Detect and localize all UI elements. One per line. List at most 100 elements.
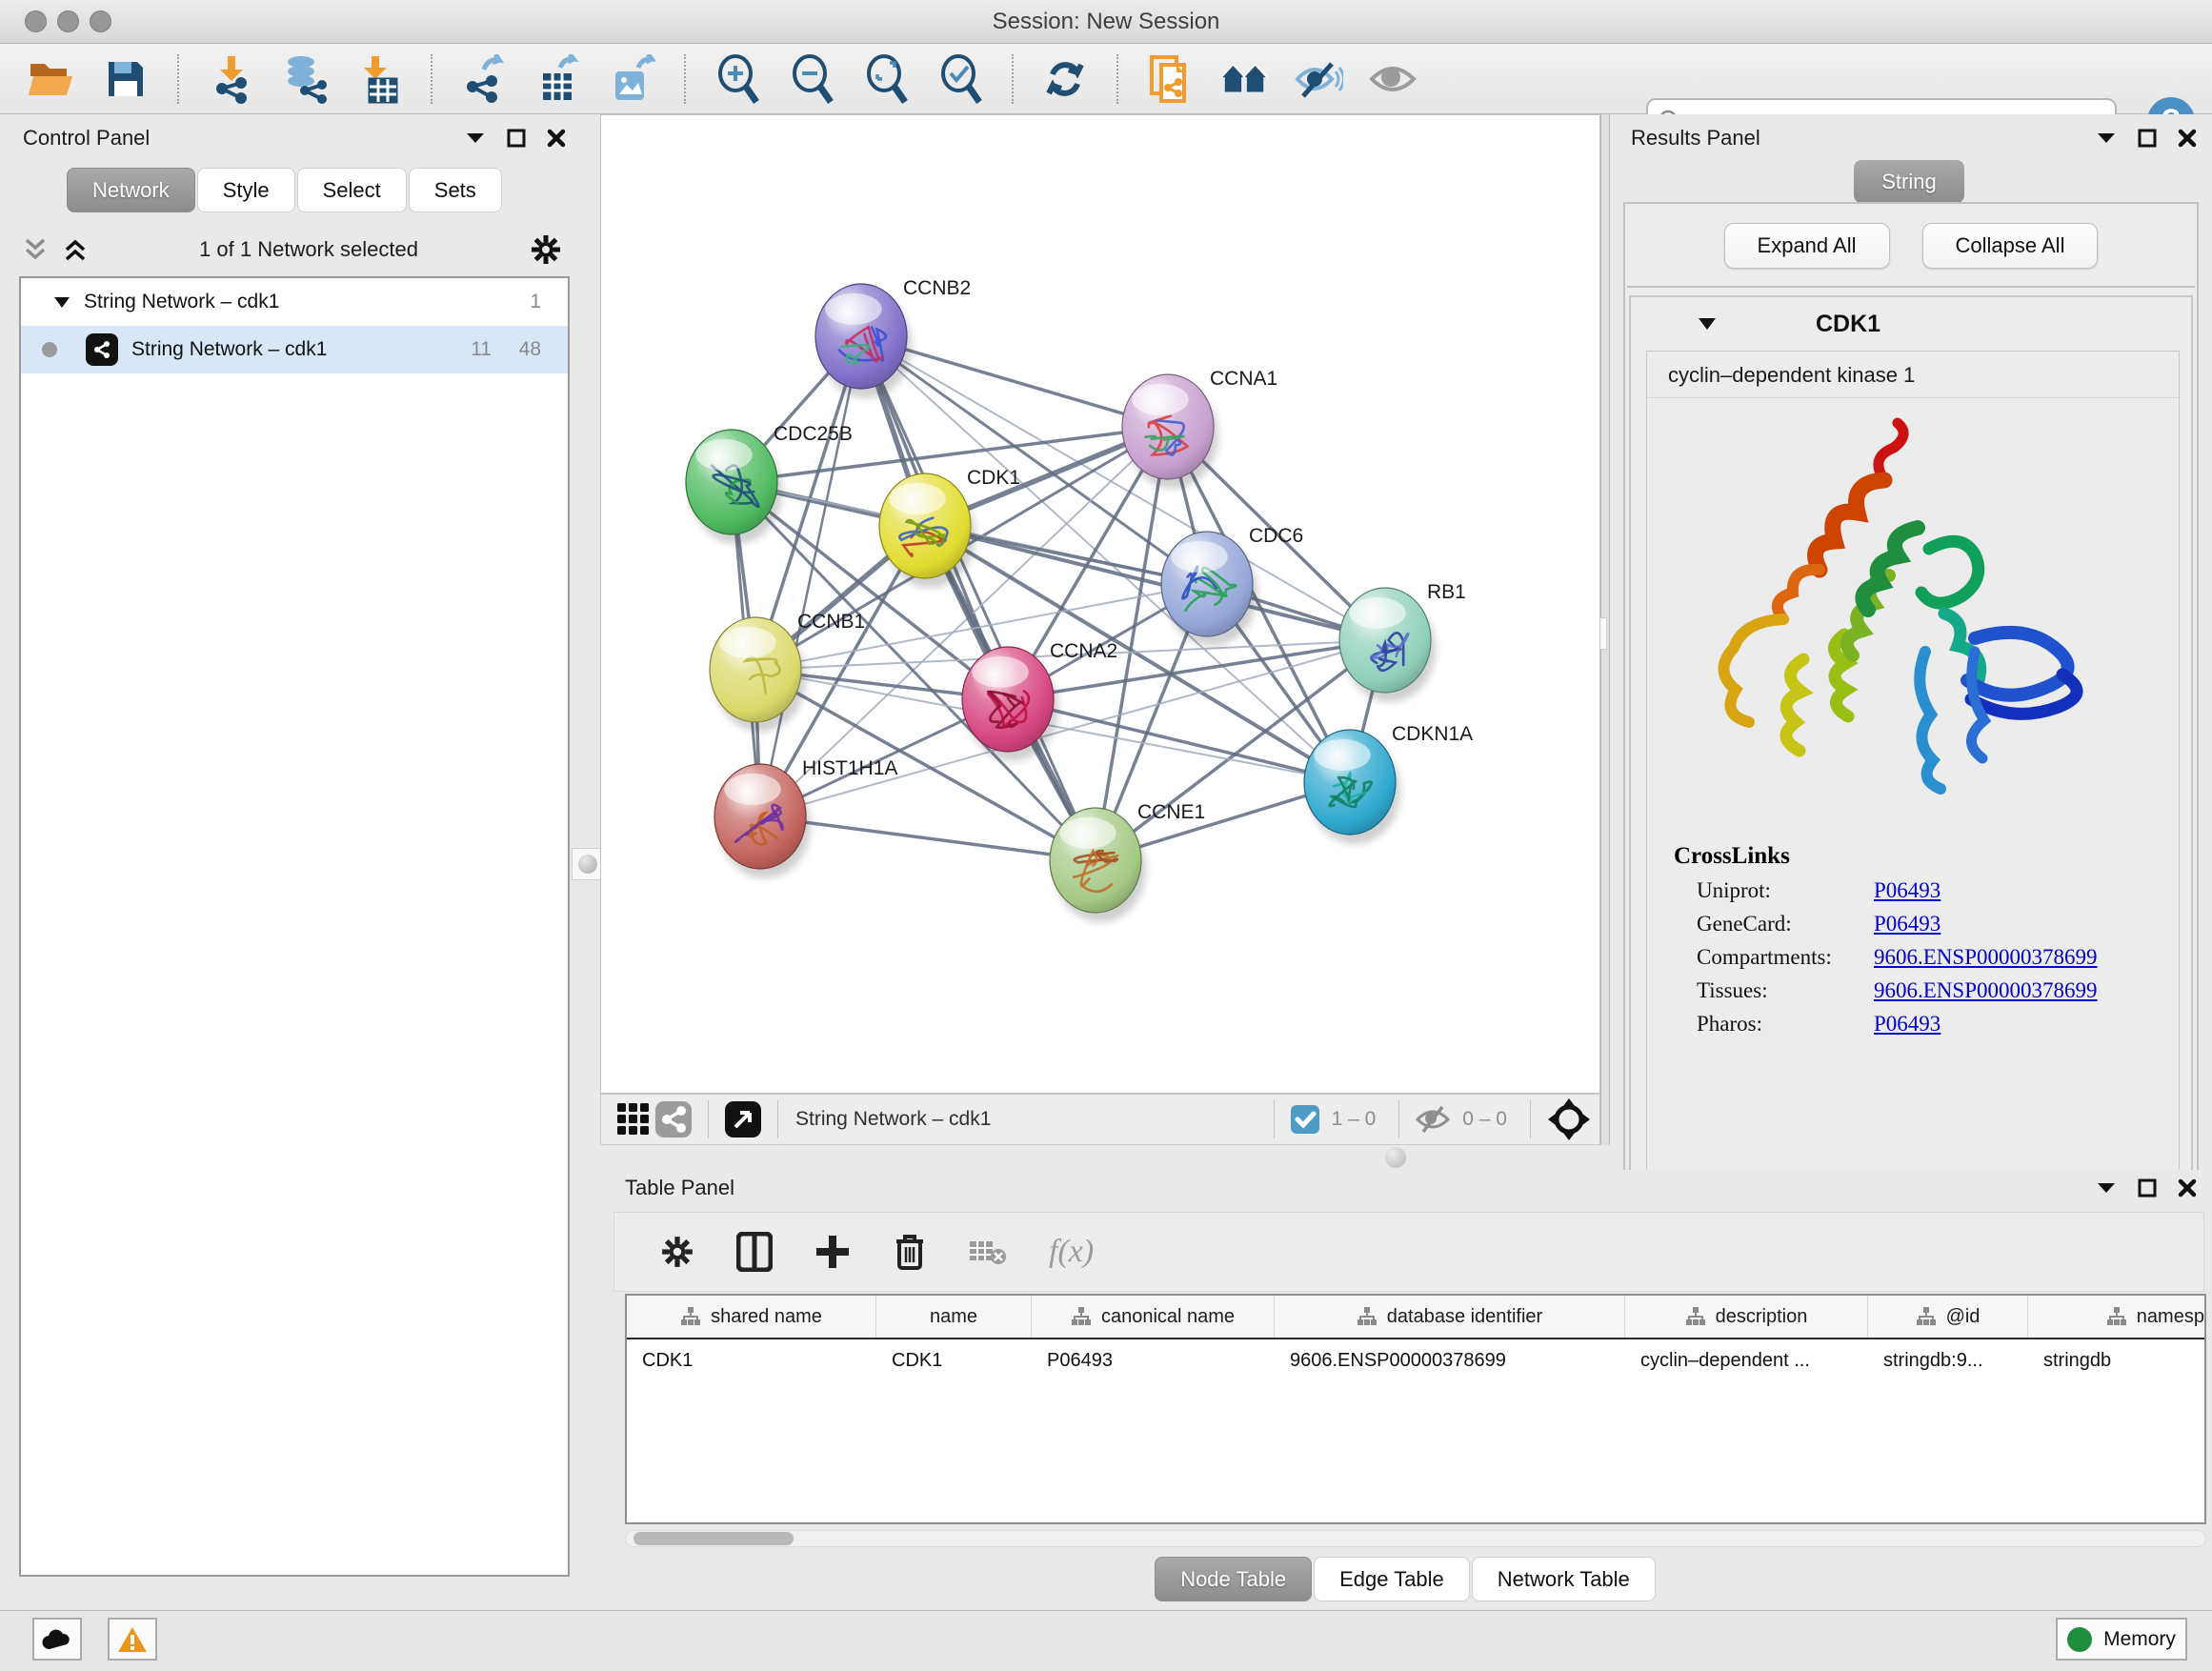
hidden-eye-icon[interactable] — [1413, 1095, 1453, 1144]
warning-icon — [117, 1626, 148, 1653]
open-in-window-icon[interactable] — [722, 1095, 764, 1144]
bottom-splitter-handle[interactable] — [1385, 1147, 1406, 1168]
crosslink-link[interactable]: P06493 — [1874, 1012, 1941, 1037]
edge-CCNB2-CCNE1[interactable] — [861, 336, 1096, 860]
node-CCNE1[interactable] — [1050, 808, 1146, 922]
save-session-icon[interactable] — [101, 54, 151, 104]
node-CCNB2[interactable] — [815, 284, 912, 398]
network-edge-count: 48 — [519, 338, 541, 361]
node-CCNA2[interactable] — [962, 647, 1058, 761]
crosslink-link[interactable]: P06493 — [1874, 878, 1941, 903]
column-header-description[interactable]: description — [1625, 1296, 1868, 1338]
collapse-all-icon[interactable] — [23, 236, 48, 263]
right-splitter[interactable] — [1600, 114, 1610, 1145]
string-gray-icon[interactable] — [653, 1095, 694, 1144]
delete-column-icon[interactable] — [893, 1232, 927, 1272]
control-panel-tabs: NetworkStyleSelectSets — [67, 168, 504, 212]
import-table-icon[interactable] — [354, 54, 404, 104]
zoom-selected-icon[interactable] — [935, 54, 985, 104]
tab-sets[interactable]: Sets — [409, 168, 502, 212]
cloud-icon — [41, 1628, 73, 1651]
table-hscrollbar[interactable] — [625, 1530, 2206, 1547]
column-header-canonical-name[interactable]: canonical name — [1032, 1296, 1275, 1338]
fit-content-crosshair-icon[interactable] — [1544, 1095, 1594, 1144]
string-home-icon[interactable] — [1219, 54, 1269, 104]
crosslink-link[interactable]: 9606.ENSP00000378699 — [1874, 945, 2098, 970]
add-column-icon[interactable] — [814, 1234, 851, 1270]
edge-CDK1-RB1[interactable] — [925, 526, 1385, 640]
column-header-database-identifier[interactable]: database identifier — [1275, 1296, 1625, 1338]
delete-table-icon[interactable] — [969, 1238, 1007, 1266]
node-CCNA1[interactable] — [1122, 374, 1218, 489]
column-header-shared-name[interactable]: shared name — [627, 1296, 876, 1338]
table-options-gear-icon[interactable] — [660, 1235, 694, 1269]
birdseye-grid-icon[interactable] — [614, 1095, 653, 1144]
tab-select[interactable]: Select — [297, 168, 407, 212]
left-splitter[interactable] — [579, 114, 600, 1145]
zoom-out-icon[interactable] — [787, 54, 836, 104]
table-cell: P06493 — [1032, 1339, 1275, 1381]
edge-CCNB2-HIST1H1A[interactable] — [760, 336, 861, 816]
selected-checkbox-icon[interactable] — [1288, 1095, 1322, 1144]
cloud-button[interactable] — [32, 1618, 82, 1661]
panel-close-icon[interactable] — [2178, 1178, 2197, 1198]
string-eye-icon[interactable] — [1368, 54, 1418, 104]
open-session-icon[interactable] — [27, 54, 76, 104]
function-builder-icon[interactable]: f(x) — [1049, 1234, 1094, 1270]
memory-button[interactable]: Memory — [2056, 1618, 2187, 1661]
network-canvas[interactable]: CCNB2CCNA1CDC25BCDK1CDC6RB1CCNB1CCNA2CDK… — [600, 114, 1600, 1094]
export-network-icon[interactable] — [459, 54, 509, 104]
tab-network[interactable]: Network — [67, 168, 195, 212]
tab-style[interactable]: Style — [197, 168, 295, 212]
zoom-in-icon[interactable] — [713, 54, 762, 104]
crosslinks-list: Uniprot:P06493GeneCard:P06493Compartment… — [1647, 878, 2179, 1037]
network-collection-row[interactable]: String Network – cdk1 1 — [21, 278, 568, 326]
shared-column-icon — [1357, 1306, 1377, 1327]
show-columns-icon[interactable] — [736, 1232, 773, 1272]
gene-collapse-icon[interactable] — [1698, 317, 1717, 331]
panel-collapse-icon[interactable] — [465, 131, 486, 145]
column-header-namespace[interactable]: namespace — [2028, 1296, 2206, 1338]
string-network-graph[interactable]: CCNB2CCNA1CDC25BCDK1CDC6RB1CCNB1CCNA2CDK… — [601, 115, 1599, 1093]
import-network-icon[interactable] — [206, 54, 255, 104]
panel-close-icon[interactable] — [2178, 129, 2197, 148]
table-cell: 9606.ENSP00000378699 — [1275, 1339, 1625, 1381]
node-CDC6[interactable] — [1161, 532, 1257, 646]
string-eye-off-icon[interactable] — [1294, 54, 1343, 104]
tab-string[interactable]: String — [1854, 160, 1964, 203]
panel-collapse-icon[interactable] — [2096, 1181, 2117, 1195]
table-row[interactable]: CDK1CDK1P064939606.ENSP00000378699cyclin… — [627, 1339, 2204, 1381]
tab-edge-table[interactable]: Edge Table — [1314, 1557, 1470, 1601]
panel-float-icon[interactable] — [507, 129, 526, 148]
node-label-CCNE1: CCNE1 — [1137, 801, 1205, 823]
crosslink-link[interactable]: 9606.ENSP00000378699 — [1874, 978, 2098, 1003]
node-RB1[interactable] — [1339, 588, 1436, 702]
panel-float-icon[interactable] — [2138, 1178, 2157, 1198]
import-network-database-icon[interactable] — [280, 54, 330, 104]
panel-float-icon[interactable] — [2138, 129, 2157, 148]
panel-close-icon[interactable] — [547, 129, 566, 148]
tree-expand-icon[interactable] — [53, 296, 70, 309]
warnings-button[interactable] — [108, 1618, 157, 1661]
node-CDK1[interactable] — [879, 473, 975, 588]
panel-collapse-icon[interactable] — [2096, 131, 2117, 145]
expand-all-button[interactable]: Expand All — [1724, 223, 1890, 269]
network-row[interactable]: String Network – cdk1 11 48 — [21, 326, 568, 373]
collapse-all-button[interactable]: Collapse All — [1922, 223, 2099, 269]
zoom-fit-icon[interactable] — [861, 54, 911, 104]
node-CCNB1[interactable] — [710, 617, 806, 732]
apply-layout-icon[interactable] — [1040, 54, 1090, 104]
node-CDC25B[interactable] — [686, 430, 782, 544]
column-header-name[interactable]: name — [876, 1296, 1032, 1338]
expand-all-icon[interactable] — [63, 236, 88, 263]
export-image-icon[interactable] — [608, 54, 657, 104]
left-splitter-handle[interactable] — [572, 848, 604, 880]
clone-network-icon[interactable] — [1145, 54, 1195, 104]
node-CDKN1A[interactable] — [1304, 730, 1400, 844]
export-table-icon[interactable] — [533, 54, 583, 104]
tab-network-table[interactable]: Network Table — [1472, 1557, 1656, 1601]
column-header--id[interactable]: @id — [1868, 1296, 2028, 1338]
crosslink-link[interactable]: P06493 — [1874, 912, 1941, 936]
network-options-gear-icon[interactable] — [530, 233, 562, 266]
tab-node-table[interactable]: Node Table — [1155, 1557, 1312, 1601]
